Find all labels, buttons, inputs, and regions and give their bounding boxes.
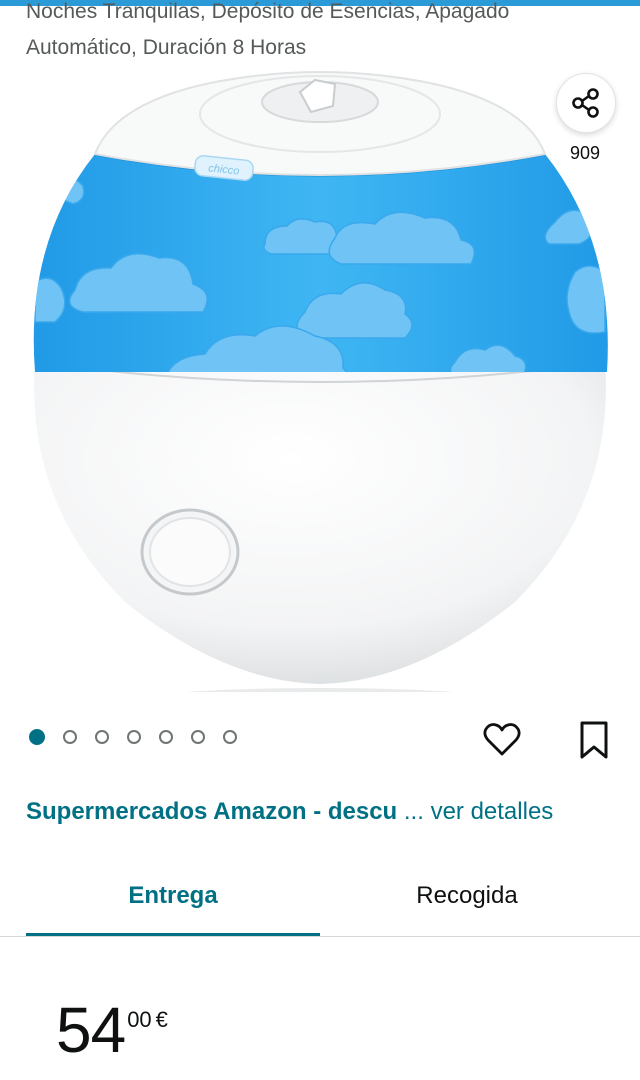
save-bookmark-button[interactable] bbox=[572, 716, 616, 764]
promo-text: Supermercados Amazon - descu bbox=[26, 798, 398, 825]
price-fraction: 00 bbox=[127, 1007, 152, 1032]
carousel-dot-7[interactable] bbox=[223, 730, 237, 744]
carousel-dot-6[interactable] bbox=[191, 730, 205, 744]
price-currency: € bbox=[155, 1007, 168, 1032]
carousel-dot-2[interactable] bbox=[63, 730, 77, 744]
bookmark-icon bbox=[580, 721, 608, 759]
tabs-divider bbox=[0, 936, 640, 937]
carousel-dot-3[interactable] bbox=[95, 730, 109, 744]
heart-icon bbox=[483, 723, 521, 756]
price: 54 00 € bbox=[56, 995, 168, 1065]
tab-pickup[interactable]: Recogida bbox=[320, 858, 614, 934]
add-to-wishlist-button[interactable] bbox=[480, 718, 524, 762]
price-whole: 54 bbox=[56, 994, 126, 1066]
tab-delivery[interactable]: Entrega bbox=[26, 858, 320, 934]
image-carousel-indicator[interactable] bbox=[29, 729, 237, 745]
product-title: Noches Tranquilas, Depósito de Esencias,… bbox=[26, 0, 510, 59]
carousel-dot-4[interactable] bbox=[127, 730, 141, 744]
carousel-dot-1[interactable] bbox=[29, 729, 45, 745]
promo-details-link[interactable]: ... ver detalles bbox=[404, 798, 553, 825]
carousel-dot-5[interactable] bbox=[159, 730, 173, 744]
fulfillment-tabs: Entrega Recogida bbox=[0, 858, 640, 938]
promo-banner[interactable]: Supermercados Amazon - descu ... ver det… bbox=[26, 795, 626, 829]
product-image[interactable]: chicco bbox=[15, 62, 625, 692]
